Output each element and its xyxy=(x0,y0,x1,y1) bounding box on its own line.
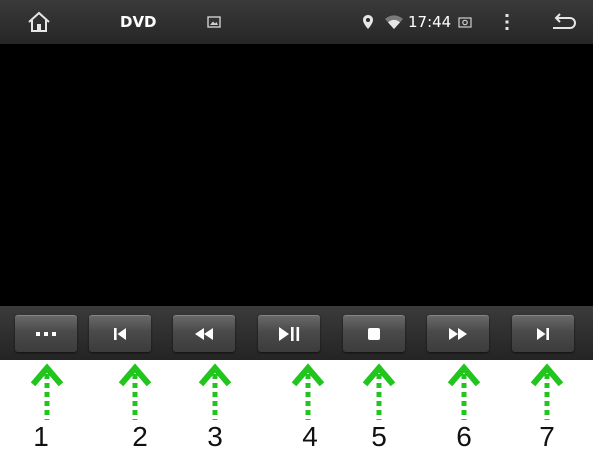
rewind-icon xyxy=(195,327,213,340)
screenshot-icon[interactable] xyxy=(458,0,472,44)
home-icon[interactable] xyxy=(27,0,51,44)
clock-time: 17:44 xyxy=(408,13,452,31)
callout-number-3: 3 xyxy=(207,421,223,452)
callout-arrow-3 xyxy=(198,363,232,420)
play-pause-icon xyxy=(279,326,300,341)
more-button[interactable] xyxy=(15,315,77,352)
overflow-menu-icon[interactable] xyxy=(504,0,510,44)
back-arrow-icon[interactable] xyxy=(550,0,578,44)
callout-number-7: 7 xyxy=(539,421,555,452)
stop-button[interactable] xyxy=(343,315,405,352)
dvd-screen-illustration: DVD 17:44 1 2 3 4 5 6 7 xyxy=(0,0,593,455)
callout-number-6: 6 xyxy=(456,421,472,452)
app-title: DVD xyxy=(120,13,157,31)
skip-next-icon xyxy=(537,327,549,340)
wifi-icon xyxy=(384,0,404,44)
callout-arrow-1 xyxy=(30,363,64,420)
stop-icon xyxy=(368,327,380,340)
play-pause-button[interactable] xyxy=(258,315,320,352)
callout-arrow-7 xyxy=(530,363,564,420)
playback-control-bar xyxy=(0,306,593,360)
status-bar: DVD 17:44 xyxy=(0,0,593,44)
callout-number-5: 5 xyxy=(371,421,387,452)
rewind-button[interactable] xyxy=(173,315,235,352)
more-dots-icon xyxy=(36,331,56,336)
fast-forward-button[interactable] xyxy=(427,315,489,352)
callout-arrow-2 xyxy=(118,363,152,420)
location-pin-icon xyxy=(362,0,374,44)
fast-forward-icon xyxy=(449,327,467,340)
video-display-area[interactable] xyxy=(0,44,593,306)
callout-arrow-4 xyxy=(291,363,325,420)
callout-number-4: 4 xyxy=(302,421,318,452)
previous-button[interactable] xyxy=(89,315,151,352)
dvd-player-screen: DVD 17:44 xyxy=(0,0,593,360)
skip-previous-icon xyxy=(114,327,126,340)
next-button[interactable] xyxy=(512,315,574,352)
callout-arrow-5 xyxy=(362,363,396,420)
callout-arrow-6 xyxy=(447,363,481,420)
callout-number-2: 2 xyxy=(132,421,148,452)
image-icon xyxy=(207,0,221,44)
callout-number-1: 1 xyxy=(33,421,49,452)
